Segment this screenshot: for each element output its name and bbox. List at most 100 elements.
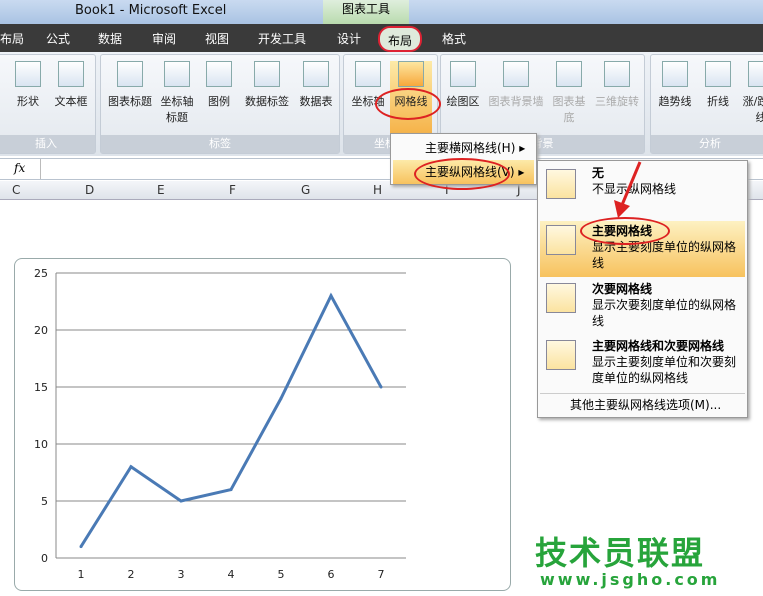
- tab-design[interactable]: 设计: [337, 30, 361, 47]
- 3d-rotation-icon: [604, 61, 630, 87]
- group-label: 分析: [651, 135, 763, 153]
- lines-button[interactable]: 折线: [701, 61, 735, 109]
- column-header[interactable]: H: [373, 183, 382, 197]
- major-minor-gridlines-icon: [546, 340, 576, 370]
- label: 折线: [707, 95, 729, 108]
- plot-area-button[interactable]: 绘图区: [443, 61, 483, 109]
- y-tick-label: 20: [34, 324, 48, 337]
- legend-button[interactable]: 图例: [203, 61, 235, 109]
- shapes-icon: [15, 61, 41, 87]
- axis-title-button[interactable]: 坐标轴标题: [157, 61, 197, 125]
- label: 三维旋转: [595, 95, 639, 108]
- y-tick-label: 25: [34, 267, 48, 280]
- shapes-button[interactable]: 形状: [15, 61, 41, 109]
- more-gridline-options[interactable]: 其他主要纵网格线选项(M)...: [540, 393, 745, 415]
- chart-title-button[interactable]: 图表标题: [105, 61, 155, 109]
- chart-floor-icon: [556, 61, 582, 87]
- group-labels: 图表标题 坐标轴标题 图例 数据标签 数据表 标签: [100, 54, 340, 154]
- data-point: [279, 396, 283, 400]
- column-header[interactable]: J: [517, 183, 521, 197]
- window-title: Book1 - Microsoft Excel: [75, 3, 227, 18]
- y-tick-label: 0: [41, 552, 48, 565]
- trendline-button[interactable]: 趋势线: [655, 61, 695, 109]
- tab-format[interactable]: 格式: [442, 30, 466, 47]
- column-header[interactable]: E: [157, 183, 165, 197]
- label: 坐标轴标题: [160, 95, 194, 124]
- trendline-icon: [662, 61, 688, 87]
- tab-review[interactable]: 审阅: [152, 30, 176, 47]
- label: 数据表: [299, 95, 333, 108]
- group-insert: 形状 文本框 插入: [0, 54, 96, 154]
- axes-icon: [355, 61, 381, 87]
- data-labels-button[interactable]: 数据标签: [241, 61, 293, 109]
- textbox-button[interactable]: 文本框: [51, 61, 91, 109]
- chart-floor-button[interactable]: 图表基底: [551, 61, 587, 125]
- column-header[interactable]: D: [85, 183, 94, 197]
- option-minor-gridlines[interactable]: 次要网格线 显示次要刻度单位的纵网格线: [540, 279, 745, 335]
- label: 图表标题: [108, 95, 152, 108]
- highlight-circle: [375, 88, 441, 120]
- option-major-and-minor-gridlines[interactable]: 主要网格线和次要网格线显示主要刻度单位和次要刻度单位的纵网格线: [540, 336, 745, 392]
- no-gridlines-icon: [546, 169, 576, 199]
- menu-item-horizontal-gridlines[interactable]: 主要横网格线(H) ▸: [393, 136, 534, 160]
- group-label: 标签: [101, 135, 339, 153]
- title-bar: Book1 - Microsoft Excel 图表工具: [0, 0, 763, 24]
- submenu-arrow-icon: ▸: [518, 165, 525, 179]
- up-down-bars-icon: [748, 61, 763, 87]
- 3d-rotation-button[interactable]: 三维旋转: [591, 61, 643, 109]
- tab-data[interactable]: 数据: [98, 30, 122, 47]
- data-table-button[interactable]: 数据表: [295, 61, 337, 109]
- data-series-line: [79, 292, 383, 548]
- label: 图表基底: [552, 95, 586, 124]
- line-chart[interactable]: 0 5 10 15 20 25 1 2 3 4 5 6 7: [14, 258, 511, 591]
- data-point: [329, 294, 333, 298]
- data-table-icon: [303, 61, 329, 87]
- label: 绘图区: [446, 95, 480, 108]
- submenu-arrow-icon: ▸: [519, 141, 526, 155]
- chart-wall-button[interactable]: 图表背景墙: [485, 61, 547, 109]
- column-header[interactable]: C: [12, 183, 20, 197]
- tab-formulas[interactable]: 公式: [46, 30, 70, 47]
- watermark-logo: 技术员联盟: [535, 534, 706, 572]
- data-point: [179, 499, 183, 503]
- lines-icon: [705, 61, 731, 87]
- label: 数据标签: [245, 95, 289, 108]
- data-point: [79, 545, 83, 549]
- red-arrow-icon: [614, 161, 642, 218]
- title: 主要网格线和次要网格线: [592, 339, 725, 353]
- chart-wall-icon: [503, 61, 529, 87]
- x-tick-label: 5: [278, 568, 285, 581]
- column-header[interactable]: F: [229, 183, 236, 197]
- group-label: 插入: [0, 135, 95, 153]
- highlight-circle: [580, 217, 670, 245]
- legend-icon: [206, 61, 232, 87]
- highlight-circle: [414, 158, 510, 190]
- y-tick-label: 5: [41, 495, 48, 508]
- data-point: [229, 488, 233, 492]
- label: 图例: [208, 95, 230, 108]
- up-down-bars-button[interactable]: 涨/跌柱线: [741, 61, 763, 125]
- watermark-url: www.jsgho.com: [540, 570, 721, 589]
- textbox-icon: [58, 61, 84, 87]
- x-tick-label: 7: [378, 568, 385, 581]
- gridlines-icon: [398, 61, 424, 87]
- x-tick-label: 2: [128, 568, 135, 581]
- desc: 显示主要刻度单位和次要刻度单位的纵网格线: [592, 355, 737, 385]
- tab-developer[interactable]: 开发工具: [258, 30, 306, 47]
- fx-icon[interactable]: fx: [14, 161, 25, 175]
- group-analysis: 趋势线 折线 涨/跌柱线 分析: [650, 54, 763, 154]
- ribbon-tabs: 布局 公式 数据 审阅 视图 开发工具 设计 布局 格式: [0, 24, 763, 52]
- tab-view[interactable]: 视图: [205, 30, 229, 47]
- y-tick-label: 15: [34, 381, 48, 394]
- title: 次要网格线: [592, 282, 653, 296]
- y-tick-label: 10: [34, 438, 48, 451]
- column-header[interactable]: G: [301, 183, 310, 197]
- label: 涨/跌柱线: [742, 95, 763, 124]
- axis-title-icon: [164, 61, 190, 87]
- tab-page-layout[interactable]: 布局: [0, 30, 24, 47]
- chart-title-icon: [117, 61, 143, 87]
- tab-layout[interactable]: 布局: [378, 26, 423, 52]
- data-point: [379, 385, 383, 389]
- chart-tools-label: 图表工具: [323, 0, 409, 24]
- label: 趋势线: [658, 95, 692, 108]
